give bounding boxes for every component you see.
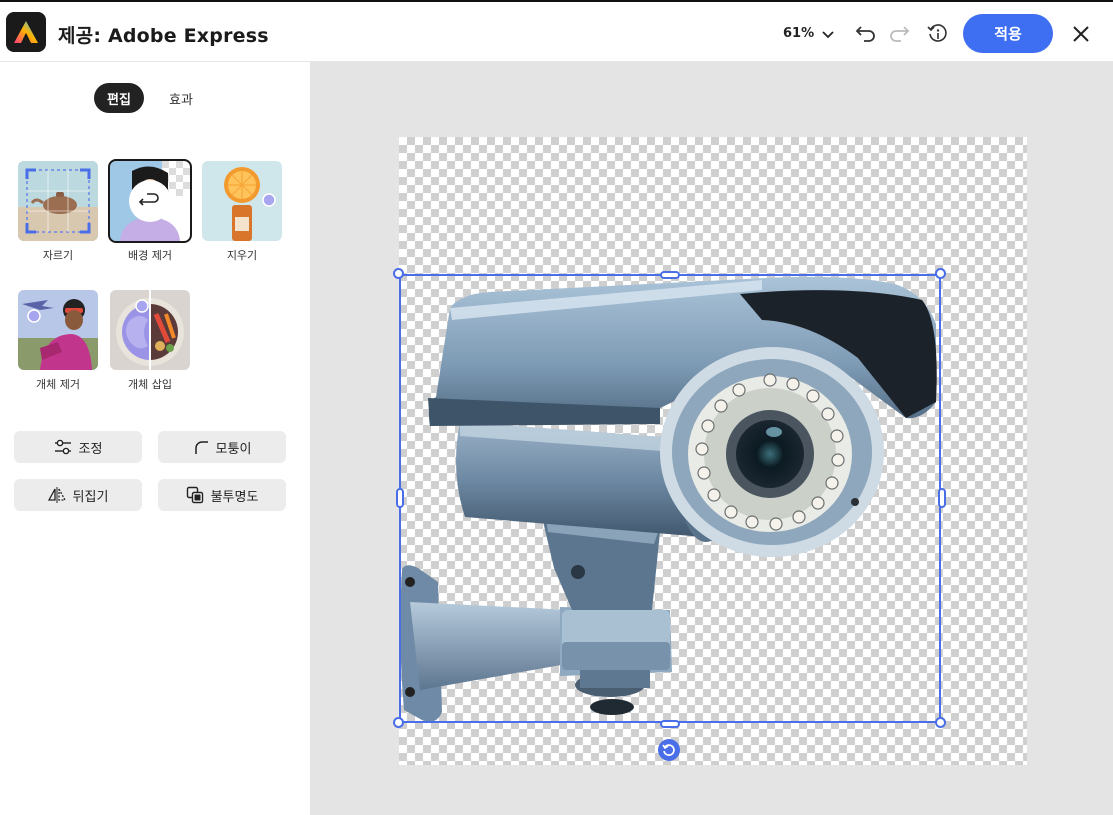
remove-object-thumbnail [18, 290, 98, 370]
history-info-icon[interactable] [923, 19, 953, 49]
adobe-express-logo [6, 12, 46, 52]
window-title: 제공: Adobe Express [58, 25, 269, 47]
rounded-corner-icon [193, 439, 209, 455]
close-icon[interactable] [1066, 19, 1096, 49]
resize-handle-left[interactable] [396, 488, 404, 508]
adjust-label: 조정 [78, 441, 103, 457]
tool-label-remove-background: 배경 제거 [128, 249, 172, 262]
apply-button[interactable]: 적용 [963, 14, 1053, 53]
opacity-icon [186, 486, 204, 504]
rotate-icon[interactable] [658, 739, 680, 761]
resize-handle-top-right[interactable] [935, 268, 946, 279]
flip-label: 뒤집기 [72, 489, 109, 505]
tool-insert-object[interactable]: 개체 삽입 [109, 290, 191, 392]
resize-handle-top[interactable] [660, 271, 680, 279]
flip-icon [47, 487, 66, 503]
tool-crop[interactable]: 자르기 [17, 161, 99, 263]
opacity-label: 불투명도 [210, 489, 259, 505]
tool-remove-object[interactable]: 개체 제거 [17, 290, 99, 392]
redo-icon[interactable] [884, 18, 914, 48]
tool-remove-background[interactable]: 배경 제거 [108, 159, 192, 263]
canvas-workspace [310, 62, 1113, 815]
resize-handle-bottom-right[interactable] [935, 717, 946, 728]
resize-handle-top-left[interactable] [393, 268, 404, 279]
tool-label-crop: 자르기 [42, 249, 74, 262]
insert-object-thumbnail [110, 290, 190, 370]
tab-effects[interactable]: 효과 [156, 83, 206, 113]
corner-label: 모퉁이 [215, 441, 252, 457]
tool-label-insert-object: 개체 삽입 [128, 378, 172, 391]
zoom-level[interactable]: 61% [783, 26, 814, 41]
tab-edit[interactable]: 편집 [94, 83, 144, 113]
sliders-icon [54, 439, 72, 455]
corner-button[interactable]: 모퉁이 [158, 431, 286, 463]
crop-thumbnail [18, 161, 98, 241]
tool-label-remove-object: 개체 제거 [36, 378, 80, 391]
resize-handle-bottom-left[interactable] [393, 717, 404, 728]
resize-handle-right[interactable] [938, 488, 946, 508]
flip-button[interactable]: 뒤집기 [14, 479, 142, 511]
undo-icon[interactable] [851, 18, 881, 48]
tool-erase[interactable]: 지우기 [201, 161, 283, 263]
chevron-down-icon[interactable] [813, 19, 843, 49]
remove-background-thumbnail [108, 159, 192, 243]
adjust-button[interactable]: 조정 [14, 431, 142, 463]
edit-panel: 편집 효과 자르기 배경 제거 지우기 개체 제거 개체 삽입 조정 모퉁이 뒤… [0, 62, 310, 815]
erase-thumbnail [202, 161, 282, 241]
resize-handle-bottom[interactable] [660, 720, 680, 728]
top-bar: 제공: Adobe Express 61% 적용 [0, 0, 1113, 62]
opacity-button[interactable]: 불투명도 [158, 479, 286, 511]
selection-bounding-box[interactable] [399, 274, 941, 723]
tool-label-erase: 지우기 [226, 249, 258, 262]
